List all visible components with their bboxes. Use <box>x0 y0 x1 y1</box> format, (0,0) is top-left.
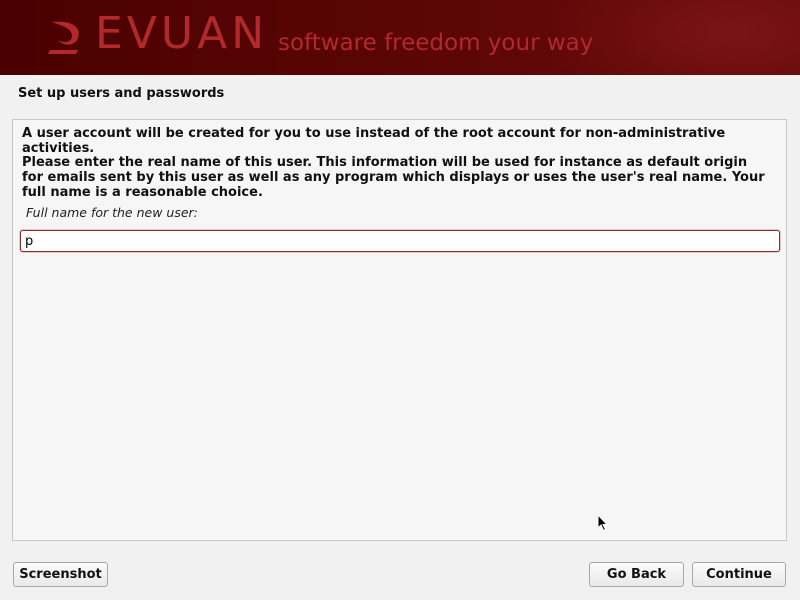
logo-text: EVUAN <box>95 8 269 59</box>
full-name-label: Full name for the new user: <box>26 205 198 220</box>
continue-button[interactable]: Continue <box>692 562 786 587</box>
page-title: Set up users and passwords <box>18 86 225 101</box>
info-paragraph: A user account will be created for you t… <box>22 126 726 156</box>
banner-decoration <box>560 0 800 75</box>
screenshot-button[interactable]: Screenshot <box>13 562 108 587</box>
content-panel: A user account will be created for you t… <box>12 119 787 541</box>
go-back-button[interactable]: Go Back <box>589 562 684 587</box>
mouse-pointer-icon <box>597 514 609 532</box>
full-name-input[interactable] <box>20 230 780 252</box>
devuan-logo-icon <box>48 21 79 54</box>
tagline: software freedom your way <box>278 30 594 56</box>
header-banner: EVUAN software freedom your way <box>0 0 800 75</box>
instruction-paragraph: Please enter the real name of this user.… <box>22 155 765 200</box>
